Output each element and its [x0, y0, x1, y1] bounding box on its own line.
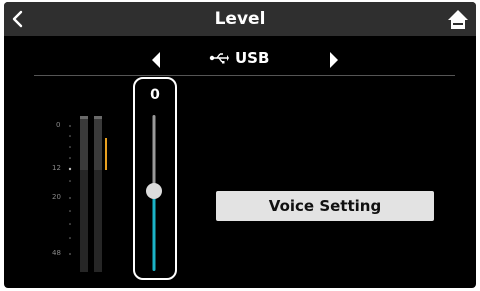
device-screen: Level USB 0 12 20 48 0 Voice Setting — [4, 2, 476, 288]
triangle-left-icon — [152, 52, 160, 68]
back-button[interactable] — [4, 2, 40, 36]
triangle-right-icon — [330, 52, 338, 68]
meter-scale: 0 12 20 48 — [48, 114, 78, 274]
home-button[interactable] — [440, 2, 476, 36]
chevron-left-icon — [12, 10, 23, 28]
source-name: USB — [235, 49, 270, 67]
page-title: Level — [214, 9, 266, 29]
source-label: USB — [209, 49, 269, 67]
fader[interactable]: 0 — [133, 77, 177, 280]
peak-hold-right — [105, 138, 107, 170]
fader-rail — [152, 115, 156, 191]
home-icon — [448, 10, 468, 29]
title-bar: Level — [4, 2, 476, 36]
fader-fill — [152, 191, 156, 271]
usb-icon — [209, 53, 229, 64]
next-source-button[interactable] — [322, 46, 346, 74]
scale-label-12: 12 — [52, 164, 61, 172]
scale-label-48: 48 — [52, 249, 61, 257]
scale-label-20: 20 — [52, 193, 61, 201]
fader-track — [146, 115, 162, 271]
source-selector: USB — [4, 46, 476, 74]
divider — [34, 75, 455, 76]
voice-setting-button[interactable]: Voice Setting — [216, 191, 434, 221]
fader-knob[interactable] — [146, 183, 162, 199]
level-meter — [80, 116, 107, 272]
previous-source-button[interactable] — [144, 46, 168, 74]
